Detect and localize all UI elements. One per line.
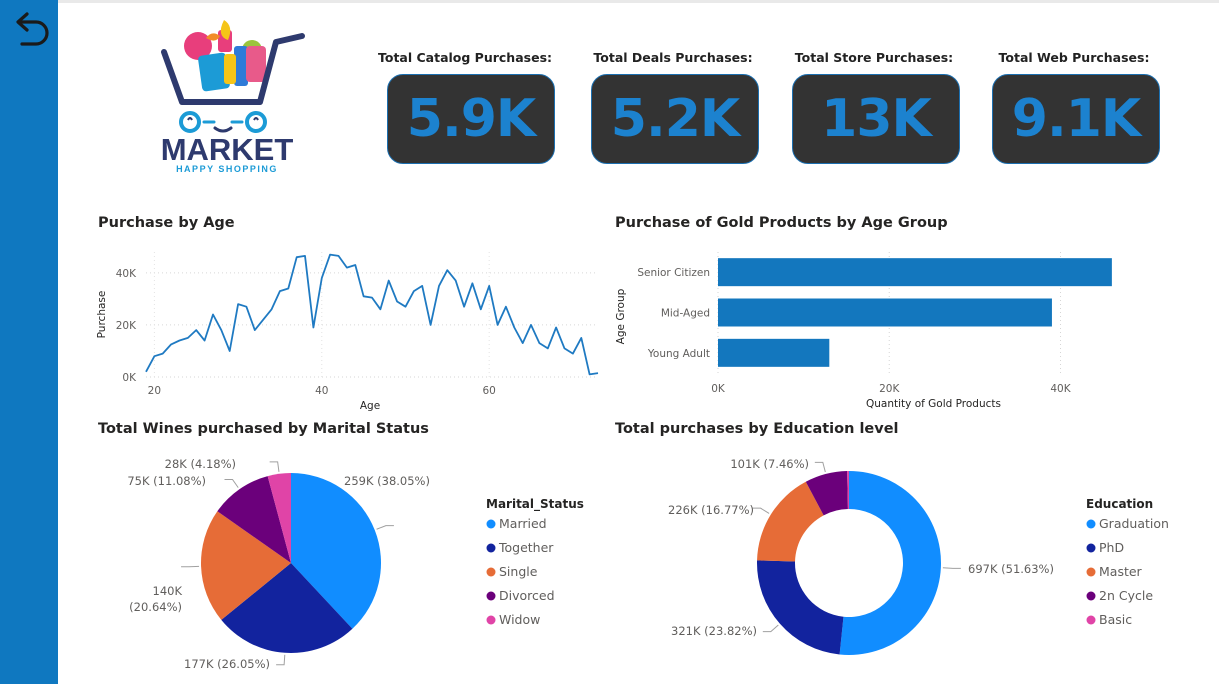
x-axis-title: Quantity of Gold Products xyxy=(866,398,1001,410)
y-category-label: Mid-Aged xyxy=(661,308,710,320)
legend-item-together: Together xyxy=(498,540,554,555)
legend-marker xyxy=(486,567,496,577)
kpi-label-store: Total Store Purchases: xyxy=(794,50,954,65)
kpi-label-deals: Total Deals Purchases: xyxy=(593,50,753,65)
legend-marker xyxy=(1086,543,1096,553)
kpi-card-catalog: 5.9K xyxy=(387,74,555,164)
back-arrow-icon xyxy=(16,12,49,46)
legend-marker xyxy=(486,615,496,625)
y-tick-label: 20K xyxy=(116,320,137,332)
data-label: 28K (4.18%) xyxy=(165,457,236,471)
legend-marker xyxy=(486,543,496,553)
legend-item-2n-cycle: 2n Cycle xyxy=(1099,588,1153,603)
leader-line xyxy=(269,461,280,472)
kpi-card-deals: 5.2K xyxy=(591,74,759,164)
legend-marker xyxy=(1086,519,1096,529)
leader-line xyxy=(276,654,286,666)
leader-line xyxy=(224,478,239,488)
legend-item-married: Married xyxy=(499,516,547,531)
legend-item-widow: Widow xyxy=(499,612,540,627)
logo-tagline: HAPPY SHOPPING xyxy=(176,164,278,174)
bar-mid-aged[interactable] xyxy=(718,298,1052,327)
data-label: 140K xyxy=(153,584,183,598)
legend-title: Marital_Status xyxy=(486,497,584,512)
kpi-value-catalog: 5.9K xyxy=(406,89,536,149)
kpi-value-web: 9.1K xyxy=(1011,89,1141,149)
sidebar xyxy=(0,0,58,684)
kpi-value-deals: 5.2K xyxy=(610,89,740,149)
data-label: (20.64%) xyxy=(129,600,182,614)
x-tick-label: 40K xyxy=(1050,383,1071,395)
data-label: 75K (11.08%) xyxy=(127,474,206,488)
data-label: 101K (7.46%) xyxy=(730,457,809,471)
legend-title: Education xyxy=(1086,497,1153,511)
bar-senior-citizen[interactable] xyxy=(718,258,1112,287)
x-axis-title: Age xyxy=(360,400,380,412)
data-label: 321K (23.82%) xyxy=(671,624,757,638)
legend-marker xyxy=(1086,567,1096,577)
line-chart-title: Purchase by Age xyxy=(98,215,235,231)
y-axis-title: Age Group xyxy=(615,288,627,344)
x-tick-label: 60 xyxy=(482,385,495,397)
market-logo: MARKET HAPPY SHOPPING xyxy=(160,18,305,178)
leader-line xyxy=(762,624,779,633)
legend-marker xyxy=(1086,591,1096,601)
wines-marital-pie-chart[interactable]: 259K (38.05%) 177K (26.05%) 140K (20.64%) 75… xyxy=(90,440,610,680)
kpi-card-web: 9.1K xyxy=(992,74,1160,164)
purchase-by-age-chart[interactable]: 0K 20K 40K 20 40 60 Age Purchase xyxy=(90,238,610,438)
gold-products-bar-chart[interactable]: 0K 20K 40K Senior Citizen Mid-Aged Young Adul… xyxy=(605,238,1165,428)
bar-young-adult[interactable] xyxy=(718,338,830,367)
y-category-label: Senior Citizen xyxy=(637,267,710,279)
kpi-label-web: Total Web Purchases: xyxy=(998,50,1150,65)
legend-item-master: Master xyxy=(1099,564,1143,579)
x-tick-label: 40 xyxy=(315,385,328,397)
slice-graduation[interactable] xyxy=(839,471,941,655)
back-button[interactable] xyxy=(6,6,54,54)
leader-line xyxy=(814,461,826,473)
x-tick-label: 20K xyxy=(879,383,900,395)
kpi-label-catalog: Total Catalog Purchases: xyxy=(377,50,553,65)
legend-marker xyxy=(486,519,496,529)
top-divider xyxy=(58,0,1219,3)
slice-phd[interactable] xyxy=(757,560,844,655)
legend-item-divorced: Divorced xyxy=(499,588,555,603)
y-axis-title: Purchase xyxy=(96,291,108,339)
shopping-cart-logo: MARKET HAPPY SHOPPING xyxy=(161,20,305,174)
legend-marker xyxy=(1086,615,1096,625)
kpi-card-store: 13K xyxy=(792,74,960,164)
education-donut-chart[interactable]: 697K (51.63%) 321K (23.82%) 226K (16.77%) 1… xyxy=(605,440,1205,680)
kpi-value-store: 13K xyxy=(821,89,932,149)
legend-item-single: Single xyxy=(499,564,538,579)
leader-line xyxy=(752,507,770,514)
logo-title: MARKET xyxy=(161,132,294,167)
data-label: 177K (26.05%) xyxy=(184,657,270,671)
legend-item-phd: PhD xyxy=(1099,540,1124,555)
data-label: 226K (16.77%) xyxy=(668,503,754,517)
data-label: 697K (51.63%) xyxy=(968,562,1054,576)
leader-line xyxy=(376,525,394,530)
y-category-label: Young Adult xyxy=(647,348,710,360)
legend-marker xyxy=(486,591,496,601)
y-tick-label: 0K xyxy=(122,372,137,384)
bar-chart-title: Purchase of Gold Products by Age Group xyxy=(615,215,948,231)
legend-item-graduation: Graduation xyxy=(1099,516,1169,531)
x-tick-label: 20 xyxy=(148,385,161,397)
y-tick-label: 40K xyxy=(116,268,137,280)
legend-item-basic: Basic xyxy=(1099,612,1132,627)
leader-line xyxy=(942,567,961,569)
x-tick-label: 0K xyxy=(711,383,726,395)
data-label: 259K (38.05%) xyxy=(344,474,430,488)
